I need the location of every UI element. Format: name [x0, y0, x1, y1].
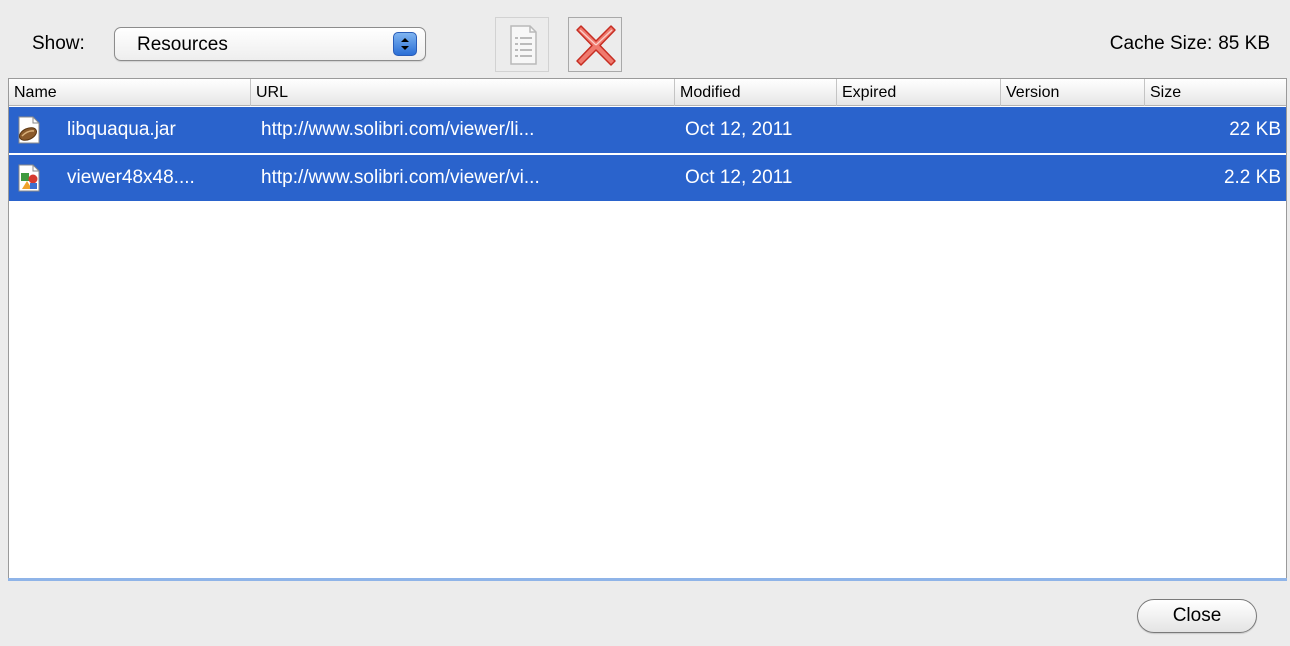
- column-header-expired[interactable]: Expired: [837, 79, 1001, 106]
- cell-modified: Oct 12, 2011: [685, 119, 793, 140]
- cell-size: 22 KB: [1229, 119, 1281, 140]
- column-header-name[interactable]: Name: [9, 79, 251, 106]
- cell-url: http://www.solibri.com/viewer/vi...: [261, 167, 540, 188]
- jar-file-icon: [16, 116, 42, 144]
- show-select-value: Resources: [137, 34, 228, 55]
- cell-size: 2.2 KB: [1223, 167, 1281, 188]
- table-row[interactable]: viewer48x48.... http://www.solibri.com/v…: [9, 155, 1286, 201]
- cell-expired: [847, 107, 997, 153]
- cache-size: Cache Size: 85 KB: [1110, 33, 1270, 55]
- table-bottom-edge: [8, 578, 1287, 581]
- cell-expired: [847, 155, 997, 201]
- toolbar: Show: Resources Cache Size: 85 KB: [0, 0, 1290, 76]
- column-header-url[interactable]: URL: [251, 79, 675, 106]
- close-button[interactable]: Close: [1137, 599, 1257, 633]
- cell-version: [1011, 155, 1141, 201]
- column-header-modified[interactable]: Modified: [675, 79, 837, 106]
- cache-table: Name URL Modified Expired Version Size l…: [8, 78, 1287, 580]
- cell-name: libquaqua.jar: [67, 119, 176, 140]
- chevron-up-down-icon: [393, 32, 417, 56]
- details-button[interactable]: [495, 17, 549, 72]
- cell-modified: Oct 12, 2011: [685, 167, 793, 188]
- cell-url: http://www.solibri.com/viewer/li...: [261, 119, 535, 140]
- cache-size-label: Cache Size:: [1109, 33, 1213, 54]
- column-header-version[interactable]: Version: [1001, 79, 1145, 106]
- column-header-size[interactable]: Size: [1145, 79, 1286, 106]
- image-file-icon: [16, 164, 42, 192]
- cache-size-value: 85 KB: [1218, 33, 1270, 54]
- delete-button[interactable]: [568, 17, 622, 72]
- cell-version: [1011, 107, 1141, 153]
- table-row[interactable]: libquaqua.jar http://www.solibri.com/vie…: [9, 107, 1286, 153]
- cell-name: viewer48x48....: [67, 167, 195, 188]
- show-label: Show:: [32, 33, 85, 54]
- table-header: Name URL Modified Expired Version Size: [9, 78, 1286, 106]
- show-select[interactable]: Resources: [114, 27, 426, 61]
